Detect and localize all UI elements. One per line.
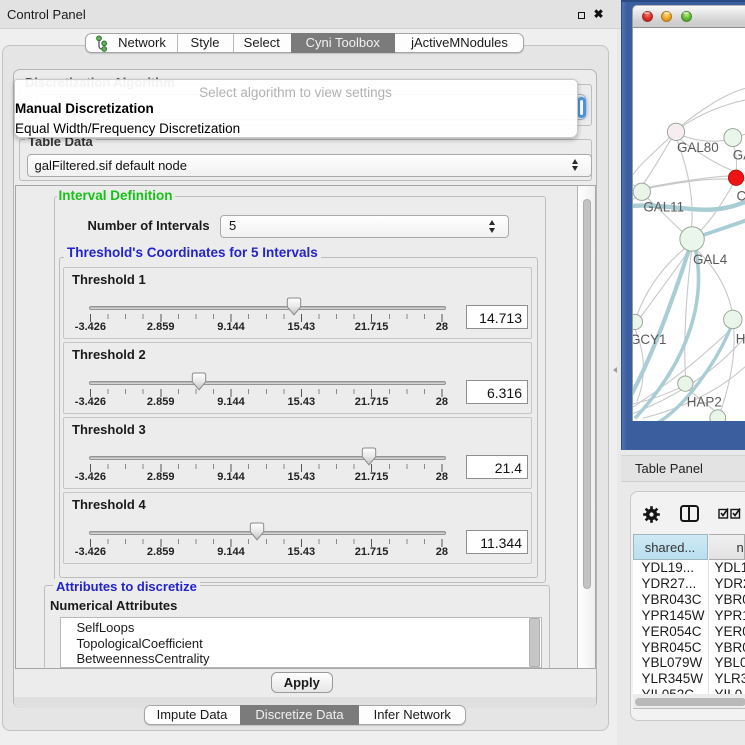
svg-text:GCY1: GCY1 [632,331,666,346]
svg-text:GAL11: GAL11 [643,199,684,214]
svg-text:GAL4: GAL4 [693,252,728,267]
svg-text:C: C [737,188,745,203]
svg-text:HAP2: HAP2 [687,394,722,409]
svg-text:GA: GA [733,147,745,162]
svg-text:GAL80: GAL80 [677,139,719,154]
svg-text:H: H [736,331,745,346]
